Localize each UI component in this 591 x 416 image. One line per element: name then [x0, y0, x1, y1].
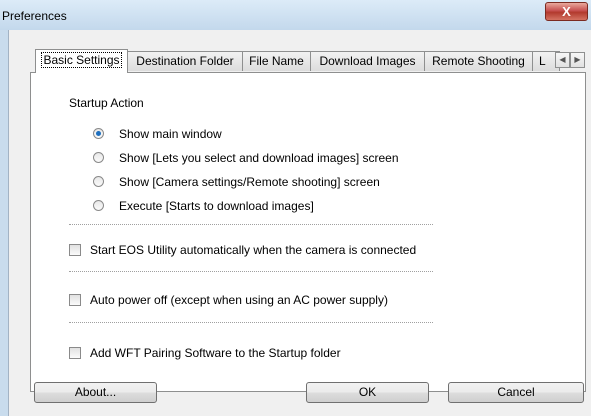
window-title: Preferences [2, 9, 67, 23]
checkbox-label-add-wft-pairing[interactable]: Add WFT Pairing Software to the Startup … [90, 346, 341, 360]
cancel-button[interactable]: Cancel [448, 382, 584, 403]
startup-action-heading: Startup Action [69, 96, 144, 110]
preferences-window: Preferences X Basic Settings Destination… [0, 0, 591, 416]
about-button[interactable]: About... [34, 382, 157, 403]
checkbox-label-start-eos-utility[interactable]: Start EOS Utility automatically when the… [90, 243, 416, 257]
title-bar[interactable]: Preferences X [0, 0, 591, 30]
checkbox-auto-power-off[interactable] [69, 294, 81, 306]
tab-download-images[interactable]: Download Images [310, 51, 425, 71]
checkbox-add-wft-pairing[interactable] [69, 347, 81, 359]
close-icon: X [562, 4, 571, 19]
separator [69, 271, 433, 272]
ok-button[interactable]: OK [306, 382, 429, 403]
tab-scroll-left-button[interactable]: ◀ [555, 52, 570, 68]
radio-show-camera-settings[interactable] [93, 176, 104, 187]
separator [69, 322, 433, 323]
tab-scroll-right-button[interactable]: ▶ [570, 52, 585, 68]
chevron-left-icon: ◀ [559, 55, 566, 64]
chevron-right-icon: ▶ [574, 55, 581, 64]
tab-file-name[interactable]: File Name [242, 51, 311, 71]
separator [69, 224, 433, 225]
dialog-body: Basic Settings Destination Folder File N… [8, 30, 591, 416]
basic-settings-panel: Startup Action Show main window Show [Le… [30, 72, 586, 392]
checkbox-label-auto-power-off[interactable]: Auto power off (except when using an AC … [90, 293, 388, 307]
checkbox-start-eos-utility[interactable] [69, 244, 81, 256]
radio-label-execute-download[interactable]: Execute [Starts to download images] [119, 199, 314, 213]
tab-destination-folder[interactable]: Destination Folder [127, 51, 243, 71]
radio-show-main-window[interactable] [93, 128, 104, 139]
tab-basic-settings[interactable]: Basic Settings [35, 49, 128, 73]
radio-label-show-camera-settings[interactable]: Show [Camera settings/Remote shooting] s… [119, 175, 380, 189]
radio-label-show-main-window[interactable]: Show main window [119, 127, 222, 141]
radio-execute-download[interactable] [93, 200, 104, 211]
radio-show-select-download[interactable] [93, 152, 104, 163]
close-button[interactable]: X [545, 2, 588, 21]
radio-label-show-select-download[interactable]: Show [Lets you select and download image… [119, 151, 399, 165]
tab-remote-shooting[interactable]: Remote Shooting [424, 51, 533, 71]
tab-label: Basic Settings [41, 52, 122, 68]
